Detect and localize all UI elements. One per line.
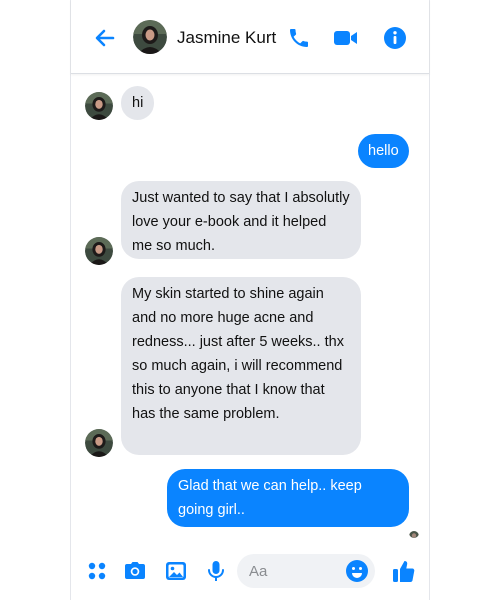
message-input[interactable] [249,561,339,581]
camera-icon[interactable] [123,559,147,583]
more-apps-icon[interactable] [85,559,109,583]
microphone-icon[interactable] [204,559,228,583]
chat-window: Jasmine Kurt hi hello Just wanted to say… [70,0,430,600]
phone-icon[interactable] [287,26,311,50]
video-camera-icon[interactable] [333,27,359,49]
back-arrow-icon[interactable] [93,26,117,50]
sender-avatar [85,237,113,265]
message-bubble-incoming[interactable]: hi [121,86,155,120]
seen-receipt-avatar [409,528,419,538]
message-composer [71,548,429,596]
message-bubble-incoming[interactable]: My skin started to shine again and no mo… [121,277,361,455]
sender-avatar [85,429,113,457]
message-bubble-incoming[interactable]: Just wanted to say that I absolutly love… [121,181,361,259]
contact-name[interactable]: Jasmine Kurt [177,28,276,48]
message-bubble-outgoing[interactable]: hello [358,134,409,168]
message-bubble-outgoing[interactable]: Glad that we can help.. keep going girl.… [167,469,409,527]
info-icon[interactable] [383,26,407,50]
sender-avatar [85,92,113,120]
contact-avatar[interactable] [133,20,167,54]
emoji-icon[interactable] [345,559,369,583]
chat-header: Jasmine Kurt [71,0,429,74]
message-input-container [237,554,375,588]
gallery-icon[interactable] [164,559,188,583]
thumbs-up-icon[interactable] [391,558,417,584]
